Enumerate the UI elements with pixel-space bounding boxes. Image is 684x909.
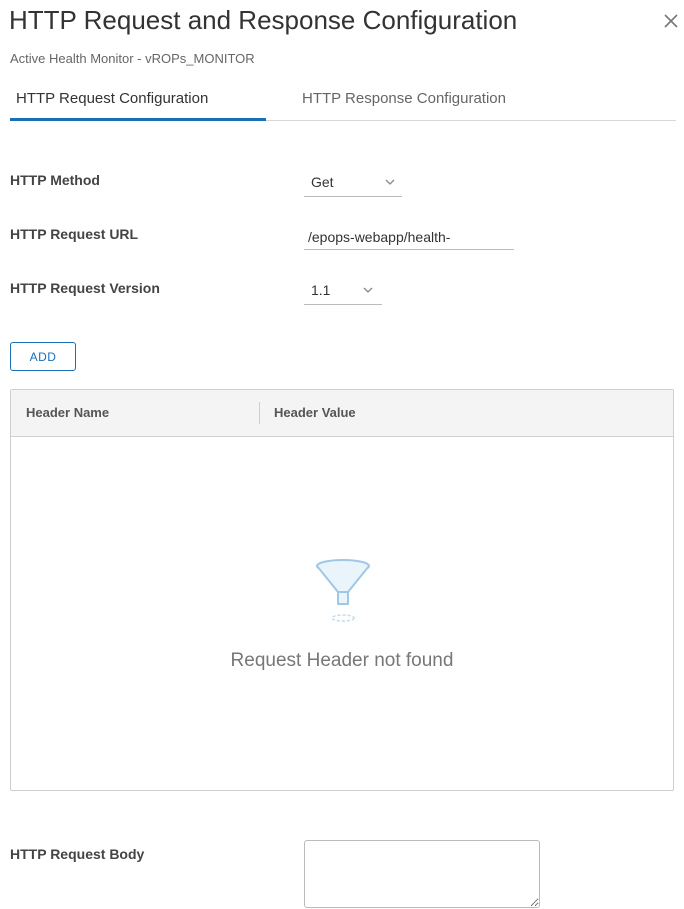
http-request-body-label: HTTP Request Body <box>10 846 145 862</box>
request-header-table: Header Name Header Value Request Header … <box>10 389 674 791</box>
table-header: Header Name Header Value <box>11 390 673 437</box>
http-request-version-label: HTTP Request Version <box>10 280 160 296</box>
column-header-value[interactable]: Header Value <box>274 405 356 420</box>
tab-http-response-configuration[interactable]: HTTP Response Configuration <box>302 90 506 107</box>
dialog-title: HTTP Request and Response Configuration <box>9 5 518 35</box>
filter-icon <box>316 559 370 622</box>
column-header-name[interactable]: Header Name <box>26 405 109 420</box>
http-request-url-input[interactable] <box>304 224 514 250</box>
tab-bar: HTTP Request Configuration HTTP Response… <box>10 82 676 121</box>
http-request-url-label: HTTP Request URL <box>10 226 139 242</box>
http-method-value: Get <box>311 174 334 190</box>
close-icon[interactable] <box>660 10 682 32</box>
http-request-body-textarea[interactable] <box>304 840 540 908</box>
tab-http-request-configuration[interactable]: HTTP Request Configuration <box>16 90 208 107</box>
dialog-subtitle: Active Health Monitor - vROPs_MONITOR <box>10 51 255 66</box>
column-separator[interactable] <box>259 402 260 424</box>
chevron-down-icon <box>385 179 395 185</box>
add-header-button[interactable]: ADD <box>10 342 76 371</box>
http-method-label: HTTP Method <box>10 172 100 188</box>
empty-state-text: Request Header not found <box>230 650 454 671</box>
close-button[interactable] <box>660 10 682 32</box>
http-request-version-select[interactable]: 1.1 <box>304 280 382 305</box>
http-config-dialog: HTTP Request and Response Configuration … <box>0 0 684 909</box>
http-request-version-value: 1.1 <box>311 282 331 298</box>
http-method-select[interactable]: Get <box>304 172 402 197</box>
chevron-down-icon <box>363 287 373 293</box>
active-tab-indicator <box>10 118 266 121</box>
